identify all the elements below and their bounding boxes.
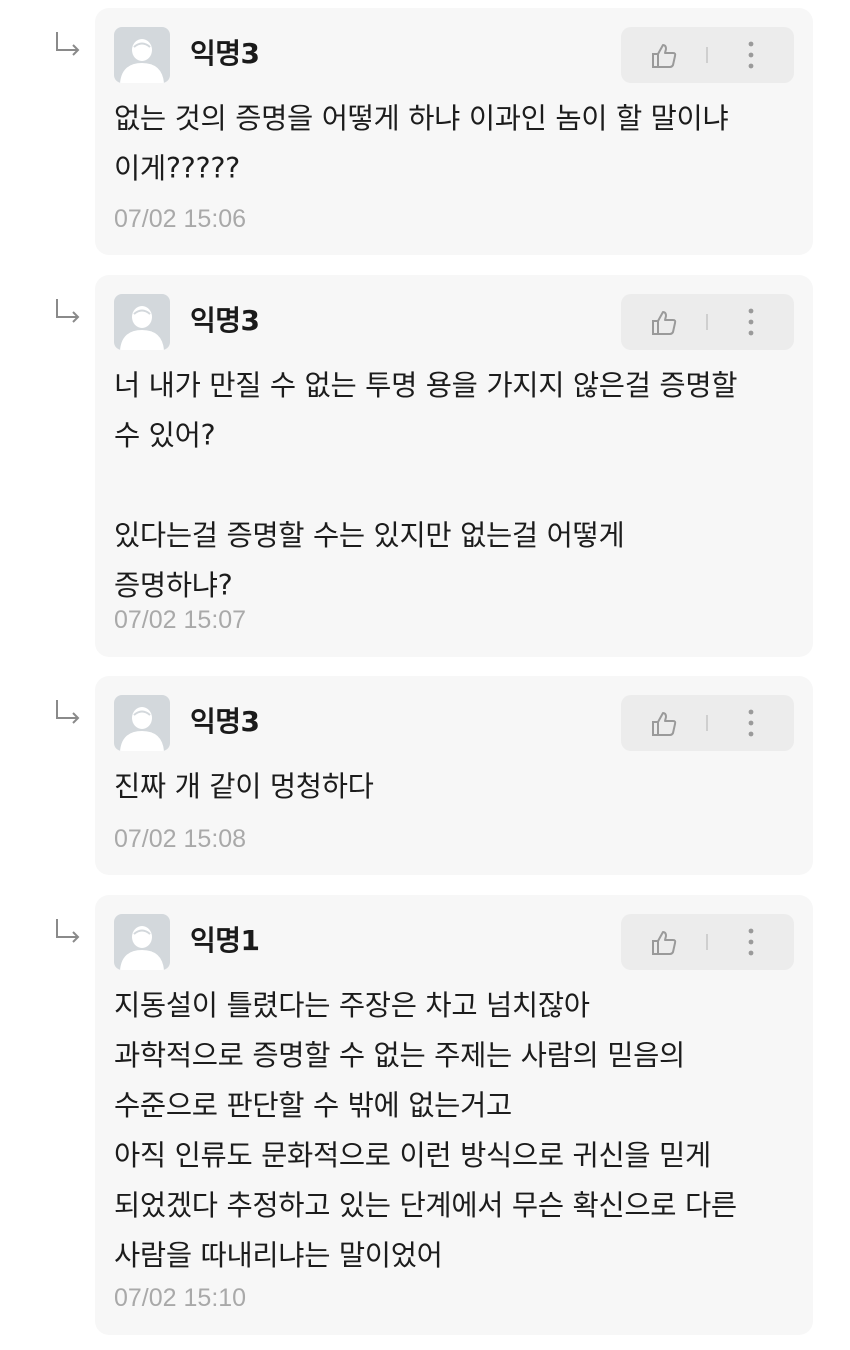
comment-text: 없는 것의 증명을 어떻게 하냐 이과인 놈이 할 말이냐 이게?????: [114, 102, 729, 185]
default-avatar-icon: [114, 914, 170, 970]
action-divider: [706, 314, 708, 330]
comment-card: 익명3 진짜 개 같이 멍청하다 07/02 15:08: [95, 676, 813, 875]
more-vertical-icon[interactable]: [739, 926, 763, 958]
comment-timestamp: 07/02 15:10: [114, 1284, 247, 1312]
more-vertical-icon[interactable]: [739, 39, 763, 71]
author-name: 익명3: [190, 37, 260, 70]
default-avatar-icon: [114, 27, 170, 83]
comment-text: 지동설이 틀렸다는 주장은 차고 넘치잖아 과학적으로 증명할 수 없는 주제는…: [114, 989, 737, 1272]
default-avatar-icon: [114, 294, 170, 350]
author-name: 익명1: [190, 924, 260, 957]
comment-text: 진짜 개 같이 멍청하다: [114, 770, 374, 803]
action-divider: [706, 934, 708, 950]
thumbs-up-icon[interactable]: [649, 308, 679, 338]
comment-card: 익명1 지동설이 틀렸다는 주장은 차고 넘치잖아 과학적으로 증명할 수 없는…: [95, 895, 813, 1335]
thumbs-up-icon[interactable]: [649, 928, 679, 958]
reply-arrow-icon: [56, 919, 80, 943]
reply-arrow-icon: [56, 32, 80, 56]
comment-timestamp: 07/02 15:08: [114, 825, 247, 853]
action-divider: [706, 47, 708, 63]
more-vertical-icon[interactable]: [739, 707, 763, 739]
reply-arrow-icon: [56, 299, 80, 323]
default-avatar-icon: [114, 695, 170, 751]
more-vertical-icon[interactable]: [739, 306, 763, 338]
comment-timestamp: 07/02 15:07: [114, 606, 247, 634]
author-name: 익명3: [190, 304, 260, 337]
comment-actions: [621, 914, 794, 970]
comment-card: 익명3 너 내가 만질 수 없는 투명 용을 가지지 않은걸 증명할 수 있어?…: [95, 275, 813, 657]
reply-arrow-icon: [56, 700, 80, 724]
comment-actions: [621, 695, 794, 751]
thumbs-up-icon[interactable]: [649, 709, 679, 739]
comment-timestamp: 07/02 15:06: [114, 205, 247, 233]
comment-actions: [621, 294, 794, 350]
comment-text: 너 내가 만질 수 없는 투명 용을 가지지 않은걸 증명할 수 있어? 있다는…: [114, 369, 738, 602]
comment-actions: [621, 27, 794, 83]
action-divider: [706, 715, 708, 731]
thumbs-up-icon[interactable]: [649, 41, 679, 71]
comment-card: 익명3 없는 것의 증명을 어떻게 하냐 이과인 놈이 할 말이냐 이게????…: [95, 8, 813, 255]
author-name: 익명3: [190, 705, 260, 738]
